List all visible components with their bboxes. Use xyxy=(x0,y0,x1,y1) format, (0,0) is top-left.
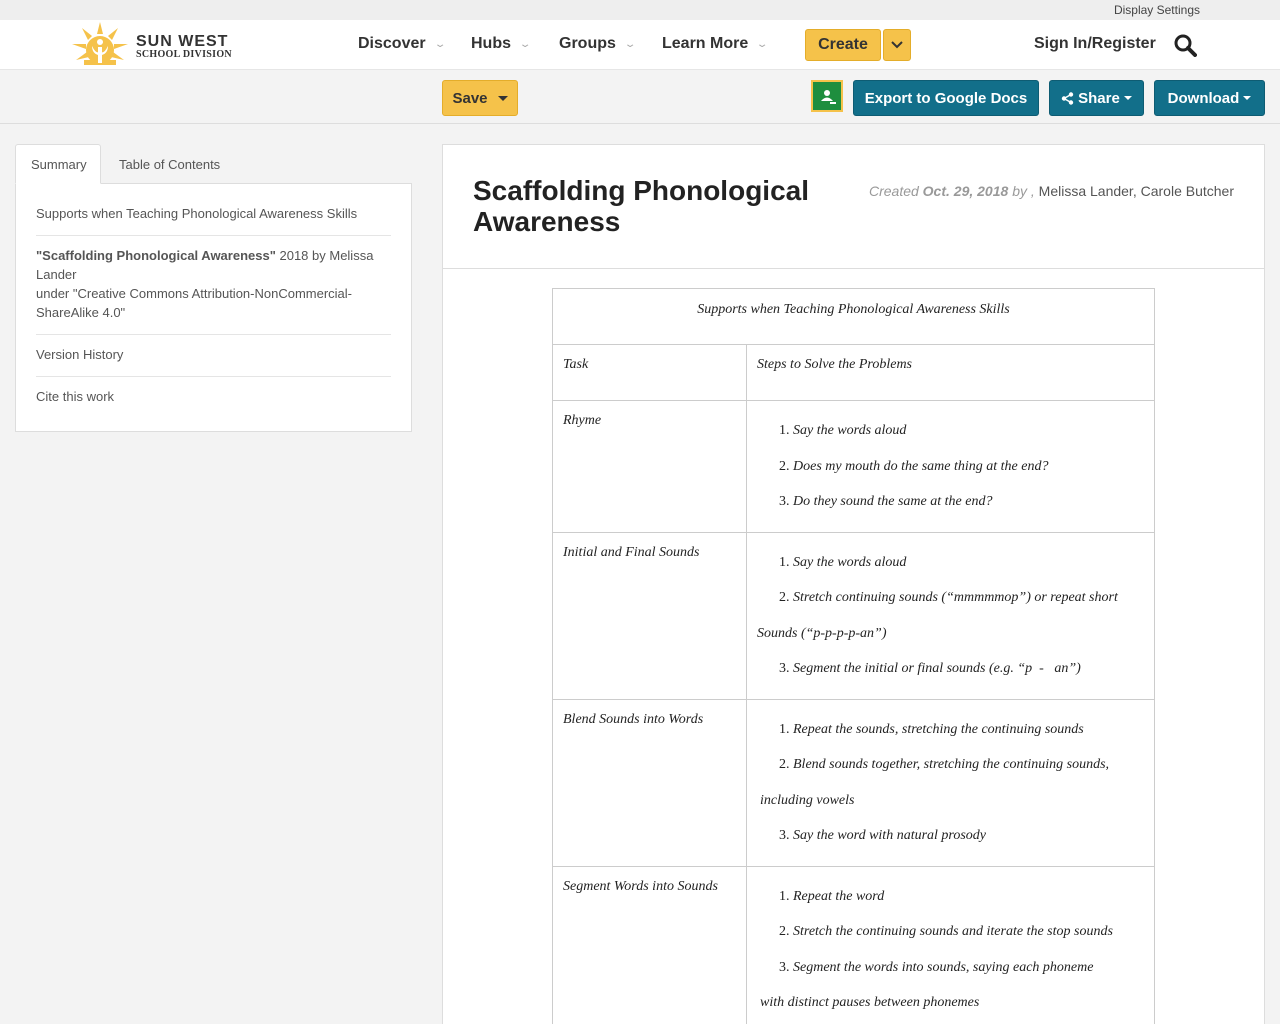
page-title: Scaffolding Phonological Awareness xyxy=(473,175,809,237)
caret-down-icon xyxy=(1123,96,1132,100)
cite-work-link[interactable]: Cite this work xyxy=(36,377,391,418)
main-nav: SUN WEST SCHOOL DIVISION Discover ⌄ Hubs… xyxy=(0,20,1280,70)
sun-logo-icon xyxy=(72,22,128,65)
sun-west-logo[interactable]: SUN WEST SCHOOL DIVISION xyxy=(70,20,240,70)
supports-table: Supports when Teaching Phonological Awar… xyxy=(552,288,1155,1024)
step-item: 1. Say the words aloud xyxy=(779,554,907,570)
chevron-down-icon xyxy=(891,41,903,49)
nav-groups[interactable]: Groups ⌄ xyxy=(559,35,637,53)
create-button[interactable]: Create xyxy=(805,29,881,61)
export-google-docs-button[interactable]: Export to Google Docs xyxy=(853,80,1039,116)
by-label: by , xyxy=(1012,183,1035,199)
step-item: 3. Segment the words into sounds, saying … xyxy=(760,959,1094,1011)
header-steps: Steps to Solve the Problems xyxy=(746,344,1155,401)
document-header: Scaffolding Phonological Awareness Creat… xyxy=(443,145,1264,269)
step-item: 2. Blend sounds together, stretching the … xyxy=(760,757,1110,808)
utility-bar: Display Settings xyxy=(0,0,1280,20)
caret-down-icon xyxy=(1243,96,1252,100)
download-label: Download xyxy=(1167,89,1240,107)
task-cell: Rhyme xyxy=(552,400,747,533)
table-row: Blend Sounds into Words 1. Repeat the sou… xyxy=(552,698,1155,867)
license-title: "Scaffolding Phonological Awareness" xyxy=(36,248,276,263)
nav-label: Hubs xyxy=(471,35,511,52)
step-item: 2. Does my mouth do the same thing at the… xyxy=(779,458,1049,474)
nav-hubs[interactable]: Hubs ⌄ xyxy=(471,35,532,53)
step-item: 1. Repeat the sounds, stretching the cont… xyxy=(779,721,1084,737)
tab-summary[interactable]: Summary xyxy=(15,144,101,184)
save-button[interactable]: Save xyxy=(442,80,518,116)
steps-cell: 1. Say the words aloud 2. Stretch continui… xyxy=(746,531,1155,700)
tab-table-of-contents[interactable]: Table of Contents xyxy=(104,144,235,184)
save-label: Save xyxy=(452,89,488,107)
brand-subtitle: SCHOOL DIVISION xyxy=(136,49,232,60)
sidebar-tabs: Summary Table of Contents xyxy=(15,144,412,184)
author-separator: , xyxy=(1132,183,1137,199)
nav-learn-more[interactable]: Learn More ⌄ xyxy=(662,35,769,53)
step-item: 3. Say the word with natural prosody xyxy=(779,828,987,843)
nav-discover[interactable]: Discover ⌄ xyxy=(358,35,447,53)
nav-label: Learn More xyxy=(662,35,749,52)
chevron-down-icon: ⌄ xyxy=(756,38,769,50)
header-task: Task xyxy=(552,344,747,401)
download-button[interactable]: Download xyxy=(1154,80,1265,116)
steps-cell: 1. Repeat the sounds, stretching the cont… xyxy=(746,698,1155,867)
license-type[interactable]: under "Creative Commons Attribution-NonC… xyxy=(36,286,352,320)
document-meta: Created Oct. 29, 2018 by , Melissa Lande… xyxy=(869,183,1234,199)
google-classroom-button[interactable] xyxy=(811,80,843,112)
display-settings-link[interactable]: Display Settings xyxy=(1114,3,1200,17)
caret-down-icon xyxy=(497,95,508,101)
summary-panel: Supports when Teaching Phonological Awar… xyxy=(15,183,412,432)
sidebar: Summary Table of Contents Supports when … xyxy=(15,144,412,432)
table-row: Rhyme 1. Say the words aloud 2. Does my mo… xyxy=(552,400,1155,533)
task-cell: Blend Sounds into Words xyxy=(552,698,747,867)
created-date: Oct. 29, 2018 xyxy=(922,183,1009,199)
table-row: Segment Words into Sounds 1. Repeat the w… xyxy=(552,865,1155,1024)
summary-section-link[interactable]: Supports when Teaching Phonological Awar… xyxy=(36,194,391,236)
table-caption: Supports when Teaching Phonological Awar… xyxy=(552,288,1155,345)
chevron-down-icon: ⌄ xyxy=(518,38,532,50)
step-item: 3. Segment the initial or final sounds (e… xyxy=(779,661,1081,676)
document-content: Scaffolding Phonological Awareness Creat… xyxy=(442,144,1265,1024)
author-link[interactable]: Carole Butcher xyxy=(1141,183,1234,199)
nav-label: Discover xyxy=(358,35,426,52)
task-cell: Initial and Final Sounds xyxy=(552,531,747,700)
share-icon xyxy=(1061,91,1074,105)
license-info: "Scaffolding Phonological Awareness" 201… xyxy=(36,236,391,335)
steps-cell: 1. Say the words aloud 2. Does my mouth do… xyxy=(746,400,1155,533)
step-item: 3. Do they sound the same at the end? xyxy=(779,494,993,509)
author-link[interactable]: Melissa Lander xyxy=(1039,183,1133,199)
sign-in-register-link[interactable]: Sign In/Register xyxy=(1034,35,1156,53)
chevron-down-icon: ⌄ xyxy=(623,38,637,50)
step-item: 1. Repeat the word xyxy=(779,888,885,904)
nav-label: Groups xyxy=(559,35,616,52)
steps-cell: 1. Repeat the word 2. Stretch the continui… xyxy=(746,865,1155,1024)
google-classroom-icon xyxy=(816,86,838,104)
share-button[interactable]: Share xyxy=(1049,80,1144,116)
step-item: 2. Stretch continuing sounds (“mmmmmop”) … xyxy=(757,590,1118,641)
create-menu-button[interactable] xyxy=(883,29,911,61)
share-label: Share xyxy=(1078,89,1120,107)
version-history-link[interactable]: Version History xyxy=(36,335,391,377)
chevron-down-icon: ⌄ xyxy=(433,38,447,50)
created-label: Created xyxy=(868,183,919,199)
search-button[interactable] xyxy=(1173,33,1197,57)
task-cell: Segment Words into Sounds xyxy=(552,865,747,1024)
search-icon xyxy=(1174,34,1197,57)
step-item: 1. Say the words aloud xyxy=(779,423,907,438)
step-item: 2. Stretch the continuing sounds and iter… xyxy=(779,924,1113,939)
action-toolbar: Save Export to Google Docs Share Downloa… xyxy=(0,71,1280,124)
table-row: Initial and Final Sounds 1. Say the words… xyxy=(552,531,1155,700)
